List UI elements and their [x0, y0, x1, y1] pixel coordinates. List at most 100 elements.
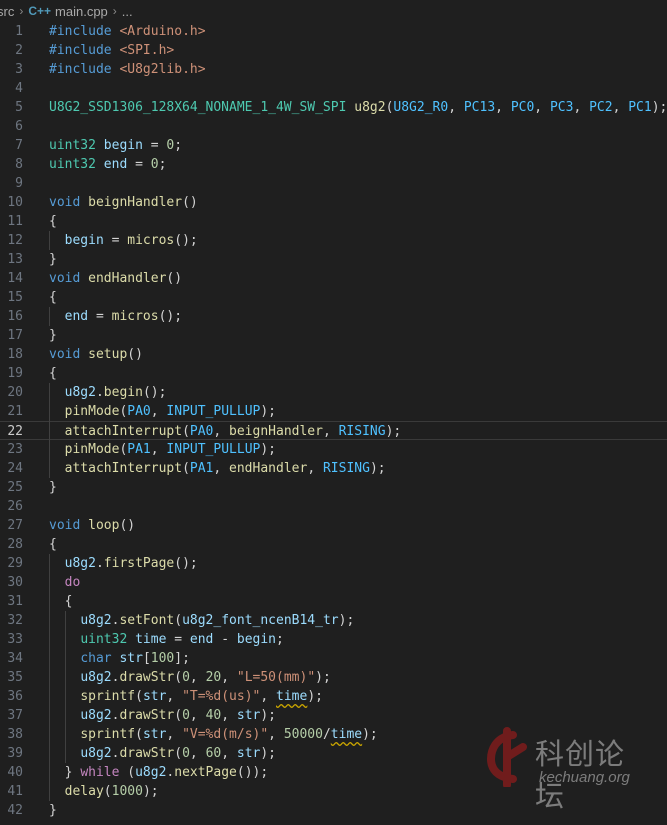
code-line[interactable]: 18 void setup() — [0, 345, 667, 364]
line-number: 26 — [7, 499, 23, 514]
code-line[interactable]: 33 uint32 time = end - begin; — [0, 630, 667, 649]
code-line[interactable]: 32 u8g2.setFont(u8g2_font_ncenB14_tr); — [0, 611, 667, 630]
code-line[interactable]: 15 { — [0, 288, 667, 307]
code-line[interactable]: 27 void loop() — [0, 516, 667, 535]
code-token: = — [88, 309, 112, 324]
code-line[interactable]: 4 — [0, 79, 667, 98]
code-line[interactable]: 22 attachInterrupt(PA0, beignHandler, RI… — [0, 421, 667, 440]
code-token: () — [182, 195, 198, 210]
code-text: pinMode(PA0, INPUT_PULLUP); — [49, 402, 276, 421]
code-token: ]; — [174, 651, 190, 666]
code-token: , — [221, 708, 237, 723]
code-line[interactable]: 28 { — [0, 535, 667, 554]
code-line[interactable]: 11 { — [0, 212, 667, 231]
code-token: str — [119, 651, 143, 666]
code-token: ( — [182, 424, 190, 439]
code-line[interactable]: 34 char str[100]; — [0, 649, 667, 668]
code-text: { — [49, 288, 57, 307]
code-token: str — [236, 708, 261, 723]
line-number: 11 — [7, 214, 23, 229]
code-token: { — [49, 594, 73, 609]
code-line[interactable]: 16 end = micros(); — [0, 307, 667, 326]
code-line[interactable]: 1 #include <Arduino.h> — [0, 22, 667, 41]
code-token: () — [119, 518, 136, 533]
code-token: () — [166, 271, 183, 286]
code-line[interactable]: 9 — [0, 174, 667, 193]
code-token: = — [166, 632, 190, 647]
code-token: = — [142, 138, 167, 153]
code-token: ); — [338, 613, 355, 628]
code-line[interactable]: 37 u8g2.drawStr(0, 40, str); — [0, 706, 667, 725]
code-line[interactable]: 26 — [0, 497, 667, 516]
code-line[interactable]: 17} — [0, 326, 667, 345]
code-line[interactable]: 29 u8g2.firstPage(); — [0, 554, 667, 573]
code-token: , — [534, 100, 550, 115]
code-token: u8g2 — [354, 100, 386, 115]
code-editor[interactable]: 1 #include <Arduino.h> 2 #include <SPI.h> 3 #… — [0, 22, 667, 825]
code-token: PC13 — [463, 100, 496, 115]
code-line[interactable]: 6 — [0, 117, 667, 136]
code-line[interactable]: 25} — [0, 478, 667, 497]
code-token: = — [127, 157, 151, 172]
breadcrumb-folder[interactable]: src — [0, 4, 14, 19]
code-token: drawStr — [119, 670, 175, 685]
code-line[interactable]: 36 sprintf(str, "T=%d(us)", time); — [0, 687, 667, 706]
code-token: PC3 — [549, 100, 574, 115]
line-number: 7 — [15, 138, 23, 153]
code-token: time — [330, 727, 363, 742]
code-token: [ — [142, 651, 151, 666]
code-line[interactable]: 20 u8g2.begin(); — [0, 383, 667, 402]
code-line[interactable]: 10 void beignHandler() — [0, 193, 667, 212]
code-token: void — [49, 347, 81, 362]
code-token: pinMode — [64, 404, 120, 419]
code-token: RISING — [322, 461, 370, 476]
code-line[interactable]: 21 pinMode(PA0, INPUT_PULLUP); — [0, 402, 667, 421]
code-line[interactable]: 19 { — [0, 364, 667, 383]
code-line[interactable]: 31 { — [0, 592, 667, 611]
code-token: ; — [158, 157, 167, 172]
breadcrumb-file[interactable]: C++ main.cpp — [28, 4, 107, 19]
breadcrumb-folder-label: src — [0, 3, 15, 19]
line-number: 14 — [7, 271, 23, 286]
code-token: , — [573, 100, 590, 115]
code-line[interactable]: 12 begin = micros(); — [0, 231, 667, 250]
code-line[interactable]: 8 uint32 end = 0; — [0, 155, 667, 174]
code-token: <SPI.h> — [119, 43, 175, 58]
code-line[interactable]: 14 void endHandler() — [0, 269, 667, 288]
code-line[interactable]: 24 attachInterrupt(PA1, endHandler, RISI… — [0, 459, 667, 478]
code-token: ); — [315, 670, 331, 685]
code-line[interactable]: 3 #include <U8g2lib.h> — [0, 60, 667, 79]
code-text: void beignHandler() — [49, 193, 198, 212]
code-token: ); — [307, 689, 323, 704]
code-line[interactable]: 23 pinMode(PA1, INPUT_PULLUP); — [0, 440, 667, 459]
code-token: (); — [158, 309, 183, 324]
line-number: 31 — [7, 594, 23, 609]
line-number: 12 — [7, 233, 23, 248]
code-token: 40 — [205, 708, 222, 723]
line-number: 6 — [15, 119, 23, 134]
code-line[interactable]: 2 #include <SPI.h> — [0, 41, 667, 60]
code-token: begin — [103, 138, 143, 153]
code-token: U8G2_R0 — [393, 100, 449, 115]
code-line[interactable]: 35 u8g2.drawStr(0, 20, "L=50(mm)"); — [0, 668, 667, 687]
code-line[interactable]: 30 do — [0, 573, 667, 592]
code-token: , — [150, 442, 167, 457]
code-line[interactable]: 7 uint32 begin = 0; — [0, 136, 667, 155]
line-number: 35 — [7, 670, 23, 685]
code-text: } — [49, 478, 57, 497]
code-token: , — [221, 746, 237, 761]
code-line[interactable]: 13} — [0, 250, 667, 269]
code-line[interactable]: 5 U8G2_SSD1306_128X64_NONAME_1_4W_SW_SPI … — [0, 98, 667, 117]
line-number: 32 — [7, 613, 23, 628]
code-text: { — [49, 364, 57, 383]
code-token: ( — [174, 708, 183, 723]
code-text: delay(1000); — [49, 782, 159, 801]
code-token: , — [213, 461, 230, 476]
kechuang-logo-icon — [486, 727, 527, 787]
breadcrumb-symbol[interactable]: ... — [122, 4, 133, 19]
code-text: } — [49, 250, 57, 269]
code-text: } — [49, 801, 57, 820]
